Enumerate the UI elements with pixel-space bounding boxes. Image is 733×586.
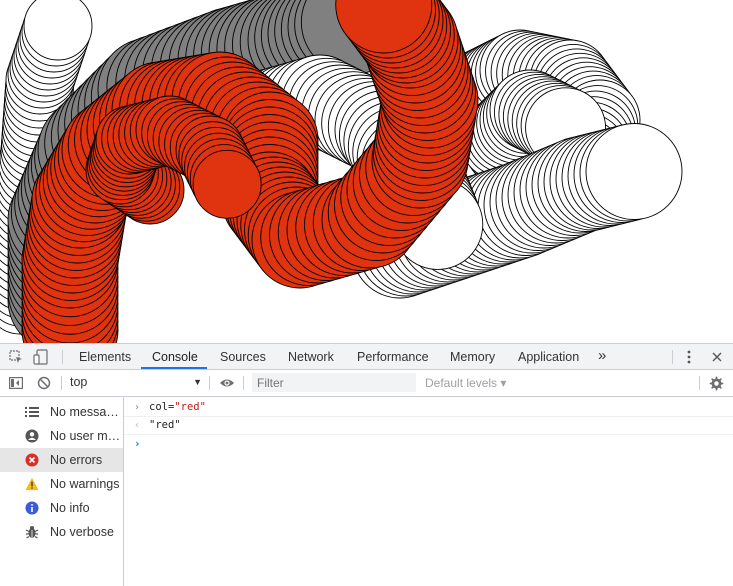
log-levels-dropdown[interactable]: Default levels ▾	[425, 376, 506, 390]
console-prompt[interactable]: ›	[124, 435, 733, 453]
generative-art	[0, 0, 683, 343]
show-sidebar-icon[interactable]	[8, 375, 24, 391]
console-sidebar: No messages No user me... No errors No w…	[0, 397, 124, 586]
sidebar-item-verbose[interactable]: No verbose	[0, 520, 123, 544]
context-selector[interactable]: top ▼	[70, 375, 204, 391]
more-tabs-button[interactable]: »	[598, 344, 606, 369]
console-result-value: "red"	[149, 419, 181, 431]
context-value: top	[70, 375, 88, 389]
inspect-element-icon[interactable]	[8, 349, 24, 365]
tab-application[interactable]: Application	[518, 344, 579, 369]
kebab-menu-icon[interactable]	[681, 349, 697, 365]
sidebar-item-label: No messages	[50, 405, 123, 419]
console-input-code: col=	[149, 401, 175, 413]
clear-console-icon[interactable]	[36, 375, 52, 391]
list-icon	[25, 405, 39, 419]
sidebar-item-messages[interactable]: No messages	[0, 400, 123, 424]
tab-performance[interactable]: Performance	[357, 344, 429, 369]
tab-network[interactable]: Network	[288, 344, 334, 369]
toolbar-divider	[62, 350, 63, 364]
tab-console[interactable]: Console	[152, 344, 198, 369]
sidebar-item-label: No user me...	[50, 429, 123, 443]
sidebar-item-warnings[interactable]: No warnings	[0, 472, 123, 496]
error-icon	[25, 453, 39, 467]
sidebar-item-label: No info	[50, 501, 90, 515]
sidebar-item-label: No verbose	[50, 525, 114, 539]
result-arrow-icon: ‹	[134, 420, 141, 431]
toolbar-divider	[243, 376, 244, 390]
toolbar-divider	[672, 350, 673, 364]
device-toolbar-icon[interactable]	[33, 349, 49, 365]
settings-gear-icon[interactable]	[708, 375, 724, 391]
console-output[interactable]: › col="red" ‹ "red" ›	[124, 397, 733, 586]
sidebar-item-info[interactable]: No info	[0, 496, 123, 520]
user-icon	[25, 429, 39, 443]
input-chevron-icon: ›	[134, 402, 141, 413]
sidebar-item-errors[interactable]: No errors	[0, 448, 123, 472]
info-icon	[25, 501, 39, 515]
sidebar-item-label: No errors	[50, 453, 103, 467]
close-icon[interactable]	[709, 349, 725, 365]
console-toolbar: top ▼ Default levels ▾	[0, 370, 733, 397]
live-expression-eye-icon[interactable]	[219, 375, 235, 391]
tab-elements[interactable]: Elements	[79, 344, 131, 369]
active-tab-indicator	[141, 367, 207, 369]
toolbar-divider	[699, 376, 700, 390]
bug-icon	[25, 525, 39, 539]
prompt-chevron-icon: ›	[134, 437, 141, 450]
console-input-entry: › col="red"	[124, 399, 733, 417]
sidebar-item-user-messages[interactable]: No user me...	[0, 424, 123, 448]
tab-memory[interactable]: Memory	[450, 344, 495, 369]
tab-sources[interactable]: Sources	[220, 344, 266, 369]
devtools-panel: Elements Console Sources Network Perform…	[0, 343, 733, 586]
devtools-tabbar: Elements Console Sources Network Perform…	[0, 343, 733, 370]
sidebar-item-label: No warnings	[50, 477, 120, 491]
filter-input[interactable]	[252, 373, 416, 392]
sketch-canvas	[0, 0, 733, 343]
toolbar-divider	[209, 376, 210, 390]
dropdown-arrow-icon: ▼	[193, 377, 202, 387]
console-result-entry: ‹ "red"	[124, 417, 733, 435]
warning-icon	[25, 477, 39, 491]
toolbar-divider	[61, 376, 62, 390]
console-input-string: "red"	[174, 401, 206, 413]
